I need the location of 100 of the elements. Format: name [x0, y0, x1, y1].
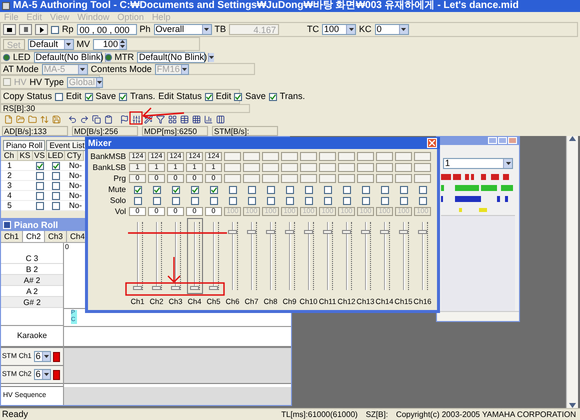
value-field[interactable]: [281, 174, 298, 183]
value-field[interactable]: [262, 163, 279, 172]
scroll-up-icon[interactable]: [569, 136, 576, 141]
flag-icon[interactable]: [120, 114, 128, 124]
tab[interactable]: Event List: [46, 140, 88, 151]
undo-icon[interactable]: [68, 114, 76, 124]
value-field[interactable]: [414, 163, 431, 172]
checkbox[interactable]: [204, 92, 213, 100]
slider-thumb[interactable]: [190, 286, 198, 290]
led-checkbox[interactable]: [52, 172, 60, 180]
vs-checkbox[interactable]: [36, 172, 44, 180]
dropdown[interactable]: 6: [34, 369, 51, 380]
channel-tab[interactable]: Ch2: [23, 231, 45, 242]
mute-checkbox[interactable]: [134, 186, 142, 194]
slider-track[interactable]: [186, 218, 202, 294]
value-field[interactable]: [395, 174, 412, 183]
columns-icon[interactable]: [216, 114, 224, 124]
value-field[interactable]: [243, 174, 260, 183]
redo-icon[interactable]: [80, 114, 88, 124]
value-field[interactable]: [414, 152, 431, 161]
close-button[interactable]: [427, 138, 437, 148]
dropdown[interactable]: 1: [443, 158, 513, 169]
color-swatch[interactable]: [52, 352, 60, 362]
checkbox[interactable]: [268, 92, 277, 100]
dropdown[interactable]: 6: [34, 351, 51, 362]
value-field[interactable]: [300, 163, 317, 172]
horizontal-scrollbar[interactable]: [437, 311, 519, 321]
bar-chart-icon[interactable]: [204, 114, 212, 124]
led-checkbox[interactable]: [52, 182, 60, 190]
sliders-icon[interactable]: [132, 114, 140, 124]
value-field[interactable]: [224, 174, 241, 183]
checkbox[interactable]: [84, 92, 93, 100]
play-button[interactable]: [35, 24, 48, 35]
value-field[interactable]: [357, 174, 374, 183]
mute-checkbox[interactable]: [210, 186, 218, 194]
vs-checkbox[interactable]: [36, 182, 44, 190]
folder-icon[interactable]: [28, 114, 36, 124]
led-checkbox[interactable]: [52, 202, 60, 210]
paste-icon[interactable]: [104, 114, 112, 124]
value-field[interactable]: [224, 152, 241, 161]
column-header[interactable]: VS: [33, 151, 47, 161]
value-field[interactable]: [319, 163, 336, 172]
value-field[interactable]: [319, 152, 336, 161]
value-field[interactable]: [338, 152, 355, 161]
slider-thumb[interactable]: [132, 286, 142, 290]
stop-button[interactable]: [3, 24, 16, 35]
led-checkbox[interactable]: [52, 162, 60, 170]
column-header[interactable]: Ch: [1, 151, 18, 161]
solo-checkbox[interactable]: [210, 196, 218, 204]
value-field[interactable]: [300, 174, 317, 183]
value-field[interactable]: [224, 163, 241, 172]
dropdown[interactable]: Overall: [154, 24, 212, 35]
grid-icon[interactable]: [168, 114, 176, 124]
dropdown[interactable]: Default: [28, 38, 74, 50]
dropdown[interactable]: 100: [322, 24, 356, 35]
scroll-down-icon[interactable]: [569, 403, 576, 408]
value-field[interactable]: [338, 174, 355, 183]
led-checkbox[interactable]: [52, 192, 60, 200]
radio-button[interactable]: [3, 54, 10, 60]
slider-thumb[interactable]: [170, 286, 180, 290]
dropdown[interactable]: 0: [374, 24, 409, 35]
value-field[interactable]: [281, 163, 298, 172]
column-header[interactable]: CTy: [65, 151, 84, 161]
scrollbar[interactable]: [566, 136, 578, 408]
value-field[interactable]: [357, 163, 374, 172]
mute-checkbox[interactable]: [190, 186, 198, 194]
value-field[interactable]: [376, 174, 393, 183]
rp-checkbox[interactable]: [51, 26, 59, 34]
value-field[interactable]: [319, 174, 336, 183]
value-field[interactable]: [395, 152, 412, 161]
checkbox[interactable]: [55, 92, 64, 100]
value-field[interactable]: [281, 152, 298, 161]
position-field[interactable]: 00 , 00 , 000: [76, 24, 137, 35]
column-header[interactable]: LED: [47, 151, 65, 161]
value-field[interactable]: [262, 174, 279, 183]
solo-checkbox[interactable]: [152, 196, 160, 204]
pause-button[interactable]: [19, 24, 32, 35]
value-field[interactable]: [395, 163, 412, 172]
arrows-icon[interactable]: [40, 114, 48, 124]
vs-checkbox[interactable]: [36, 202, 44, 210]
slider-thumb[interactable]: [208, 286, 218, 290]
slider-thumb[interactable]: [152, 286, 160, 290]
tab[interactable]: Piano Roll: [3, 140, 46, 151]
mute-checkbox[interactable]: [152, 186, 160, 194]
value-field[interactable]: [243, 152, 260, 161]
solo-checkbox[interactable]: [172, 196, 180, 204]
column-header[interactable]: KS: [18, 151, 33, 161]
value-field[interactable]: [414, 174, 431, 183]
save-icon[interactable]: [52, 114, 60, 124]
wand-icon[interactable]: [144, 114, 152, 124]
filter-icon[interactable]: [156, 114, 164, 124]
grid-icon[interactable]: [192, 114, 200, 124]
value-field[interactable]: [376, 152, 393, 161]
value-field[interactable]: [376, 163, 393, 172]
vs-checkbox[interactable]: [36, 192, 44, 200]
solo-checkbox[interactable]: [134, 196, 142, 204]
mv-spinner[interactable]: 100: [93, 38, 128, 50]
value-field[interactable]: [338, 163, 355, 172]
checkbox[interactable]: [234, 92, 242, 100]
checkbox[interactable]: [119, 92, 128, 100]
